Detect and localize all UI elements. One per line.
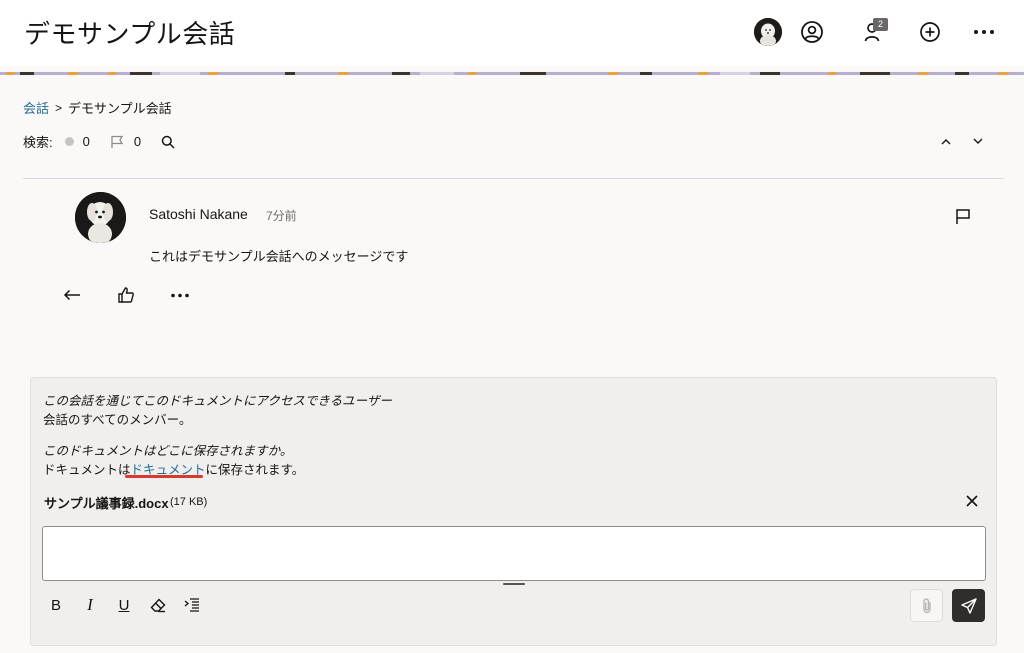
message-navigation [936,131,988,151]
breadcrumb-separator: > [55,100,63,115]
formatting-toolbar: B I U [45,594,203,616]
attachment-file-size: (17 KB) [170,496,208,508]
profile-icon[interactable] [797,17,827,47]
unread-count: 0 [82,134,90,149]
clear-formatting-eraser-icon[interactable] [147,594,169,616]
indent-icon[interactable] [181,594,203,616]
unread-dot-icon[interactable] [64,137,74,146]
search-label: 検索: [23,135,53,150]
search-filter-row: 検索: 0 0 [23,132,175,151]
message-author[interactable]: Satoshi Nakane [149,206,248,222]
previous-chevron-up-icon[interactable] [936,131,956,151]
message-timestamp: 7分前 [266,209,297,223]
reply-arrow-icon[interactable] [56,283,88,307]
conversation-title: デモサンプル会話 [24,20,236,50]
breadcrumb: 会話 > デモサンプル会話 [23,98,172,117]
search-icon[interactable] [161,135,175,149]
remove-attachment-close-icon[interactable] [961,490,983,512]
italic-button[interactable]: I [79,594,101,616]
flag-count: 0 [133,134,142,149]
message-input[interactable] [42,526,986,581]
location-suffix: に保存されます。 [205,463,305,477]
author-avatar[interactable] [75,192,126,243]
next-chevron-down-icon[interactable] [968,131,988,151]
bold-button[interactable]: B [45,594,67,616]
send-button[interactable] [952,589,985,622]
attach-paperclip-icon[interactable] [910,589,943,622]
breadcrumb-conversations-link[interactable]: 会話 [23,98,49,117]
more-actions-icon[interactable] [164,283,196,307]
resize-handle[interactable] [503,583,525,585]
message-actions [56,283,196,307]
divider [23,178,1004,179]
decorative-banner [0,66,1024,75]
access-value: 会話のすべてのメンバー。 [43,413,192,427]
attachment-file-name: サンプル議事録.docx [44,496,169,511]
message-body: これはデモサンプル会話へのメッセージです [149,249,409,264]
flag-filter-icon[interactable] [110,135,124,149]
compose-panel: この会話を通じてこのドキュメントにアクセスできるユーザー 会話のすべてのメンバー… [30,377,997,646]
user-avatar[interactable] [754,18,782,46]
access-heading: この会話を通じてこのドキュメントにアクセスできるユーザー [43,394,392,408]
location-heading: このドキュメントはどこに保存されますか。 [43,444,293,458]
underline-button[interactable]: U [113,594,135,616]
like-thumbs-up-icon[interactable] [110,283,142,307]
participants-count-badge: 2 [873,18,888,31]
location-prefix: ドキュメントは [43,463,131,477]
add-icon[interactable] [915,17,945,47]
flag-icon[interactable] [950,204,976,228]
more-icon[interactable] [969,17,999,47]
breadcrumb-current: デモサンプル会話 [68,101,172,116]
app-header: デモサンプル会話 2 [0,0,1024,66]
highlight-underline [125,475,203,478]
